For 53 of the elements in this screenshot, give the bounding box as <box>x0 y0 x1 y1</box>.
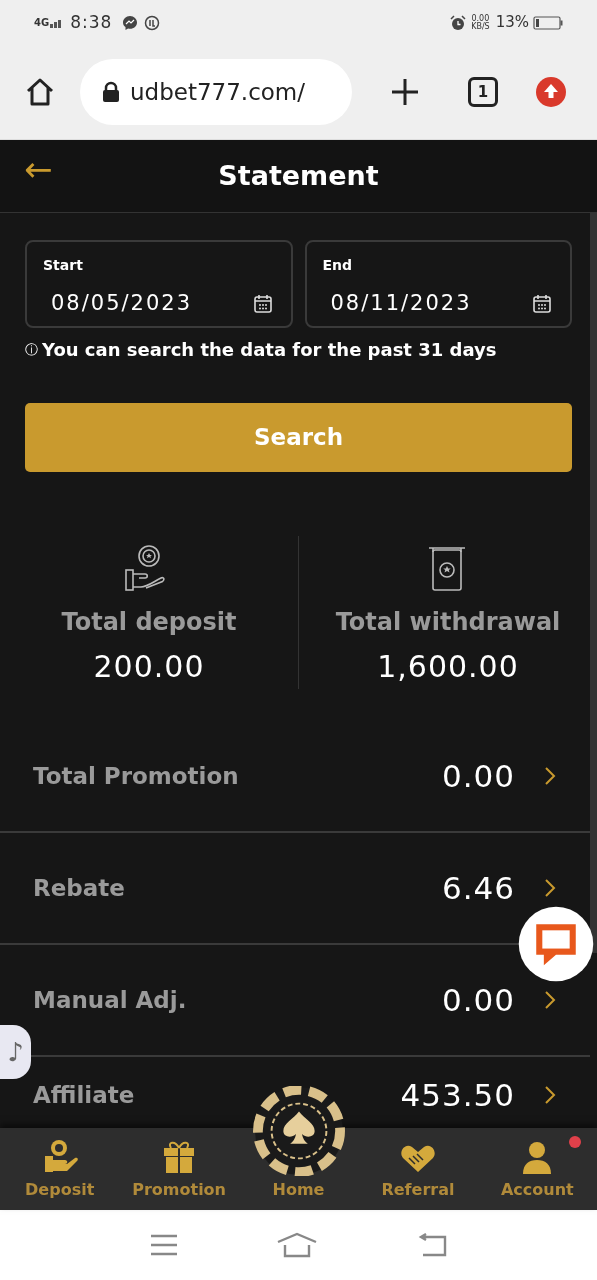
chat-bubble-icon <box>122 14 139 31</box>
poker-chip-icon <box>252 1086 345 1176</box>
row-value: 6.46 <box>441 868 515 908</box>
field-label: Start <box>43 256 84 275</box>
date-field[interactable]: End 08/11/2023 <box>304 240 572 328</box>
calendar-icon <box>252 294 273 314</box>
back-icon[interactable] <box>417 1233 448 1257</box>
nav-tab[interactable]: Referral <box>358 1128 478 1210</box>
back-button[interactable]: ← <box>24 152 53 186</box>
page-title: Statement <box>218 158 379 193</box>
total-value: 200.00 <box>93 648 205 686</box>
battery-icon <box>533 15 563 30</box>
network-label: 4G <box>34 16 50 30</box>
row-value: 453.50 <box>400 1075 515 1115</box>
home-icon[interactable] <box>24 76 56 108</box>
lock-icon <box>102 81 120 103</box>
field-label: End <box>322 256 354 275</box>
upload-icon[interactable] <box>535 76 567 108</box>
row-label: Rebate <box>33 873 125 903</box>
battery-percent: 13% <box>495 12 529 34</box>
row-label: Affiliate <box>33 1080 135 1110</box>
speed-value: 0.00 <box>471 14 490 23</box>
chevron-right-icon[interactable] <box>543 1084 557 1106</box>
chevron-right-icon[interactable] <box>543 765 557 787</box>
plus-icon[interactable] <box>390 77 420 107</box>
chevron-right-icon[interactable] <box>543 989 557 1011</box>
row-value: 0.00 <box>441 980 515 1020</box>
menu-icon[interactable] <box>149 1234 178 1256</box>
nav-tab[interactable]: Promotion <box>119 1128 239 1210</box>
chevron-right-icon[interactable] <box>543 877 557 899</box>
speed-unit: KB/S <box>471 22 490 31</box>
url-text: udbet777.com/ <box>130 77 306 107</box>
search-button[interactable]: Search <box>25 403 572 472</box>
total-label: Total withdrawal <box>335 607 561 638</box>
clock-time: 8:38 <box>70 10 113 34</box>
circle-icon <box>144 14 161 31</box>
total-label: Total deposit <box>61 607 237 638</box>
alarm-icon <box>450 14 467 31</box>
nav-tab[interactable]: Account <box>477 1128 597 1210</box>
calendar-icon <box>532 294 552 314</box>
row-value: 0.00 <box>441 756 515 796</box>
address-bar[interactable]: udbet777.com/ <box>80 59 352 125</box>
row-label: Total Promotion <box>33 761 239 791</box>
info-icon: ⓘ <box>25 339 38 360</box>
total-value: 1,600.00 <box>377 648 519 686</box>
date-field[interactable]: Start 08/05/2023 <box>25 240 293 328</box>
music-button[interactable]: ♪ <box>0 1025 31 1079</box>
live-chat-icon[interactable] <box>518 906 594 982</box>
hint-text: You can search the data for the past 31 days <box>42 338 497 362</box>
tab-count-button[interactable]: 1 <box>468 77 498 107</box>
row-label: Manual Adj. <box>33 985 187 1015</box>
nav-tab[interactable]: Home <box>238 1086 359 1210</box>
nav-tab[interactable]: Deposit <box>0 1128 120 1210</box>
